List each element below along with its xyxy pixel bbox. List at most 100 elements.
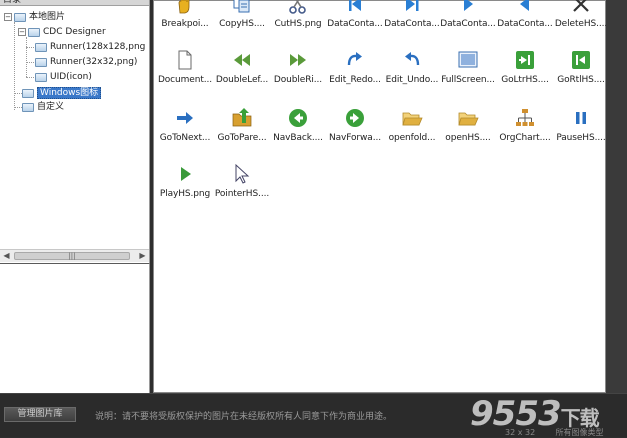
scroll-right-icon[interactable]: ▶ — [136, 250, 149, 262]
icon-tile[interactable]: openfold... — [383, 107, 441, 163]
icon-tile[interactable]: DeleteHS.... — [552, 0, 610, 49]
scroll-thumb[interactable]: ||| — [14, 252, 130, 260]
tree-guide-line — [14, 107, 22, 108]
icon-filename: NavBack.... — [273, 133, 323, 143]
icon-tile[interactable]: Edit_Redo... — [326, 49, 384, 105]
icon-tile[interactable]: CutHS.png — [269, 0, 327, 49]
tree-guide-line — [26, 62, 34, 63]
tree-guide-line — [26, 37, 27, 77]
icon-tile[interactable]: DataConta... — [326, 0, 384, 49]
open-folder-icon — [401, 107, 423, 129]
icon-filename: Document... — [157, 75, 213, 85]
tree-guide-line — [14, 93, 22, 94]
goto-parent-icon — [231, 107, 253, 129]
icon-filename: DoubleRi... — [273, 75, 323, 85]
hand-icon — [174, 0, 196, 15]
folder-icon — [35, 57, 47, 67]
icon-tile[interactable]: Edit_Undo... — [383, 49, 441, 105]
icon-tile[interactable]: OrgChart.... — [496, 107, 554, 163]
folder-icon — [22, 102, 34, 112]
vertical-scrollbar[interactable] — [606, 0, 627, 393]
site-watermark: 9553下载 — [470, 394, 600, 434]
icon-tile[interactable]: PauseHS.... — [552, 107, 610, 163]
tree-node-label: Runner(32x32,png) — [50, 57, 138, 67]
double-left-icon — [231, 49, 253, 71]
icon-tile[interactable]: DoubleRi... — [269, 49, 327, 105]
scroll-left-icon[interactable]: ◀ — [0, 250, 13, 262]
icon-tile[interactable]: NavBack.... — [269, 107, 327, 163]
redo-icon — [344, 49, 366, 71]
icon-filename: DataConta... — [497, 19, 553, 29]
tree-header: 目录 — [0, 0, 149, 6]
icon-filename: FullScreen... — [441, 75, 495, 85]
icon-filename: Edit_Redo... — [329, 75, 381, 85]
go-ltr-icon — [514, 49, 536, 71]
tree-node-local-images[interactable]: − 本地图片 — [4, 10, 65, 24]
icon-filename: DeleteHS.... — [554, 19, 608, 29]
collapse-toggle-icon[interactable]: − — [18, 28, 26, 36]
tree-node-custom[interactable]: 自定义 — [22, 100, 64, 114]
collapse-toggle-icon[interactable]: − — [4, 13, 12, 21]
copy-icon — [231, 0, 253, 15]
manage-library-button[interactable]: 管理图片库 — [4, 407, 76, 422]
icon-tile[interactable]: PlayHS.png — [156, 163, 214, 219]
bottom-bar: 管理图片库 说明：请不要将受版权保护的图片在未经版权所有人同意下作为商业用途。 … — [0, 393, 627, 437]
next-icon — [457, 0, 479, 15]
icon-tile[interactable]: DataConta... — [496, 0, 554, 49]
icon-tile[interactable]: DoubleLef... — [213, 49, 271, 105]
icon-filename: GoToNext... — [159, 133, 211, 143]
watermark-number: 9553 — [470, 394, 562, 434]
tree-node-label: CDC Designer — [43, 27, 106, 37]
icon-tile[interactable]: CopyHS.... — [213, 0, 271, 49]
delete-x-icon — [570, 0, 592, 15]
copyright-note: 说明：请不要将受版权保护的图片在未经版权所有人同意下作为商业用途。 — [95, 412, 393, 422]
first-record-icon — [344, 0, 366, 15]
icon-tile[interactable]: NavForwa... — [326, 107, 384, 163]
horizontal-scrollbar[interactable]: ◀ ||| ▶ — [0, 249, 149, 262]
icon-filename: GoRtlHS.... — [557, 75, 605, 85]
open-folder-icon — [457, 107, 479, 129]
pause-icon — [570, 107, 592, 129]
goto-next-icon — [174, 107, 196, 129]
left-lower-pane — [0, 263, 150, 393]
folder-icon — [35, 72, 47, 82]
icon-filename: DataConta... — [384, 19, 440, 29]
folder-icon — [14, 12, 26, 22]
icon-tile[interactable]: GoRtlHS.... — [552, 49, 610, 105]
icon-tile[interactable]: Document... — [156, 49, 214, 105]
icon-tile[interactable]: Breakpoi... — [156, 0, 214, 49]
tree-node-runner-32[interactable]: Runner(32x32,png) — [35, 55, 137, 69]
icon-tile[interactable]: PointerHS.... — [213, 163, 271, 219]
icon-tile[interactable]: GoLtrHS.... — [496, 49, 554, 105]
icon-filename: PointerHS.... — [214, 189, 270, 199]
nav-forward-icon — [344, 107, 366, 129]
icon-filename: PlayHS.png — [159, 189, 211, 199]
tree-node-label: Windows图标 — [37, 87, 102, 99]
tree-node-runner-128[interactable]: Runner(128x128,png — [35, 40, 145, 54]
play-icon — [174, 163, 196, 185]
icon-filename: DoubleLef... — [215, 75, 269, 85]
icon-filename: CutHS.png — [274, 19, 322, 29]
icon-filename: Breakpoi... — [161, 19, 209, 29]
tree-node-windows-icons[interactable]: Windows图标 — [22, 86, 102, 100]
icon-tile[interactable]: DataConta... — [383, 0, 441, 49]
icon-grid-panel: Breakpoi... CopyHS.... CutHS.png DataConta.… — [153, 0, 607, 393]
tree-guide-line — [26, 77, 34, 78]
icon-tile[interactable]: FullScreen... — [439, 49, 497, 105]
icon-filename: DataConta... — [327, 19, 383, 29]
tree-node-cdc-designer[interactable]: − CDC Designer — [18, 25, 106, 39]
tree-guide-line — [14, 22, 15, 110]
icon-tile[interactable]: DataConta... — [439, 0, 497, 49]
icon-filename: DataConta... — [440, 19, 496, 29]
go-rtl-icon — [570, 49, 592, 71]
tree-node-label: 本地图片 — [29, 12, 66, 22]
icon-tile[interactable]: GoToPare... — [213, 107, 271, 163]
icon-tile[interactable]: openHS.... — [439, 107, 497, 163]
tree-node-uid-icon[interactable]: UID(icon) — [35, 70, 92, 84]
icon-tile[interactable]: GoToNext... — [156, 107, 214, 163]
icon-filename: CopyHS.... — [219, 19, 265, 29]
previous-icon — [514, 0, 536, 15]
icon-filename: PauseHS.... — [556, 133, 606, 143]
icon-filename: NavForwa... — [329, 133, 381, 143]
tree-node-label: UID(icon) — [50, 72, 92, 82]
